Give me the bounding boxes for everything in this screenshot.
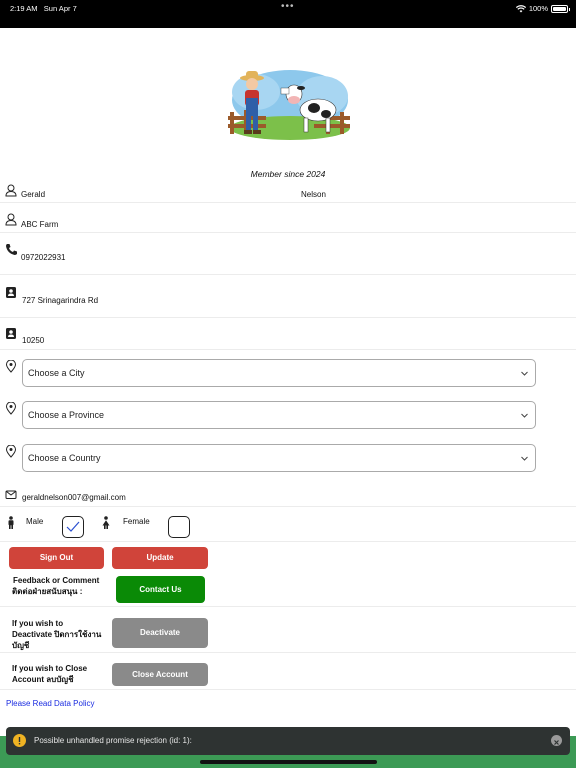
location-pin-icon <box>5 360 17 373</box>
sign-out-button[interactable]: Sign Out <box>9 547 104 569</box>
email-field[interactable]: geraldnelson007@gmail.com <box>22 493 126 502</box>
member-since: Member since 2024 <box>250 169 326 179</box>
battery-percent: 100% <box>528 4 548 13</box>
close-icon[interactable] <box>551 735 562 746</box>
close-account-row: If you wish to Close Account ลบบัญชี Clo… <box>0 659 576 690</box>
farm-name-field[interactable]: ABC Farm <box>21 220 58 229</box>
phone-icon <box>6 244 17 255</box>
email-row: geraldnelson007@gmail.com <box>0 484 576 507</box>
chevron-down-icon <box>521 456 528 461</box>
update-button[interactable]: Update <box>112 547 208 569</box>
phone-row: 0972022931 <box>0 240 576 275</box>
toast-message: Possible unhandled promise rejection (id… <box>34 736 192 745</box>
first-name-field[interactable]: Gerald <box>21 190 45 199</box>
person-outline-icon <box>5 213 17 226</box>
status-right: 100% <box>515 4 570 13</box>
male-person-icon <box>8 516 14 529</box>
female-person-icon <box>102 516 110 529</box>
deactivate-label: If you wish to Deactivate ปิดการใช้งาน บ… <box>12 619 102 650</box>
multitasking-dots-icon[interactable]: ••• <box>281 1 295 12</box>
contact-card-icon <box>6 328 16 339</box>
mail-icon <box>5 490 17 499</box>
male-checkbox[interactable] <box>62 516 84 538</box>
farmer-cow-illustration <box>228 70 350 140</box>
name-row: Gerald Nelson <box>0 180 576 203</box>
status-time: 2:19 AM Sun Apr 7 <box>10 4 77 13</box>
deactivate-row: If you wish to Deactivate ปิดการใช้งาน บ… <box>0 613 576 653</box>
location-pin-icon <box>5 402 17 415</box>
address-row: 727 Srinagarindra Rd <box>0 282 576 318</box>
contact-card-icon <box>6 287 16 298</box>
country-select-value: Choose a Country <box>28 453 101 463</box>
phone-field[interactable]: 0972022931 <box>21 253 66 262</box>
person-outline-icon <box>5 184 17 197</box>
error-toast[interactable]: Possible unhandled promise rejection (id… <box>6 727 570 755</box>
country-select[interactable]: Choose a Country <box>22 444 536 472</box>
gender-row: Male Female <box>0 511 576 542</box>
checkmark-icon <box>66 521 80 532</box>
home-indicator[interactable] <box>200 760 377 764</box>
status-bar: 2:19 AM Sun Apr 7 ••• 100% <box>0 0 576 28</box>
province-select[interactable]: Choose a Province <box>22 401 536 429</box>
data-policy-link[interactable]: Please Read Data Policy <box>6 699 95 708</box>
warning-icon <box>13 734 26 747</box>
contact-us-button[interactable]: Contact Us <box>116 576 205 603</box>
wifi-icon <box>515 4 526 12</box>
province-select-value: Choose a Province <box>28 410 105 420</box>
close-account-label: If you wish to Close Account ลบบัญชี <box>12 664 88 684</box>
last-name-field[interactable]: Nelson <box>301 190 326 199</box>
close-account-button[interactable]: Close Account <box>112 663 208 686</box>
female-checkbox[interactable] <box>168 516 190 538</box>
male-label: Male <box>26 517 44 526</box>
feedback-row: Feedback or Comment ติดต่อฝ่ายสนับสนุน :… <box>0 573 576 607</box>
chevron-down-icon <box>521 413 528 418</box>
postal-row: 10250 <box>0 323 576 350</box>
city-select-value: Choose a City <box>28 368 85 378</box>
battery-icon <box>551 4 570 13</box>
chevron-down-icon <box>521 371 528 376</box>
female-label: Female <box>123 517 150 526</box>
address-field[interactable]: 727 Srinagarindra Rd <box>22 296 98 305</box>
postal-code-field[interactable]: 10250 <box>22 336 44 345</box>
farm-row: ABC Farm <box>0 208 576 233</box>
feedback-label: Feedback or Comment ติดต่อฝ่ายสนับสนุน : <box>12 576 100 596</box>
location-pin-icon <box>5 445 17 458</box>
city-select[interactable]: Choose a City <box>22 359 536 387</box>
deactivate-button[interactable]: Deactivate <box>112 618 208 648</box>
